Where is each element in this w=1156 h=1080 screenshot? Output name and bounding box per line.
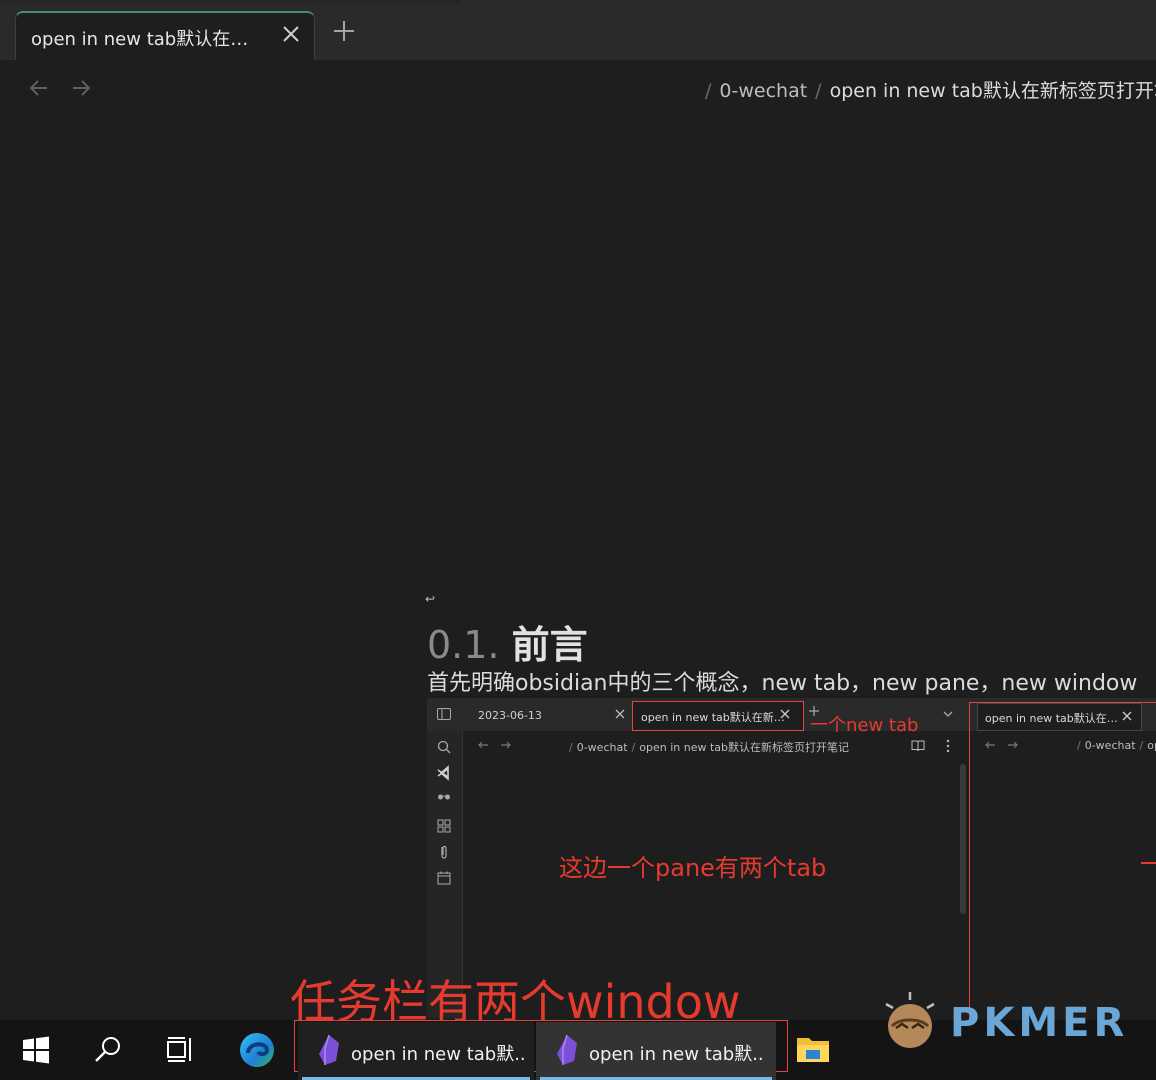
- search-icon: [437, 740, 451, 754]
- breadcrumb-current: ope: [1147, 739, 1156, 752]
- breadcrumb: / 0-wechat / open in new tab默认在新标签页打开笔: [697, 76, 1156, 103]
- arrow-left-icon: [478, 741, 488, 749]
- heading-number: 0.1.: [427, 623, 500, 667]
- breadcrumb-folder: 0-wechat: [576, 741, 628, 754]
- breadcrumb-folder[interactable]: 0-wechat: [719, 80, 807, 102]
- pkmer-logo-icon: [885, 992, 935, 1048]
- breadcrumb-folder: 0-wechat: [1084, 739, 1136, 752]
- arrow-left-icon[interactable]: [27, 76, 51, 100]
- close-icon[interactable]: [279, 22, 303, 46]
- obsidian-icon: [319, 1034, 339, 1065]
- embedded-breadcrumb: /0-wechat / open in new tab默认在新标签页打开笔记: [569, 741, 849, 754]
- embedded-tab-title: 2023-06-13: [478, 709, 542, 722]
- taskbar-app-label: open in new tab默...: [351, 1044, 526, 1065]
- embedded-tab-title: open in new tab默认在…: [985, 712, 1118, 725]
- arrow-left-icon: [985, 741, 995, 749]
- obsidian-icon: [557, 1034, 577, 1065]
- arrow-right-icon: [1008, 741, 1018, 749]
- taskbar-obsidian-window-1[interactable]: open in new tab默...: [298, 1022, 534, 1080]
- breadcrumb-separator: /: [815, 80, 822, 102]
- heading-text: 前言: [511, 623, 588, 667]
- chevron-down-icon: [943, 711, 953, 717]
- breadcrumb-separator: /: [705, 80, 712, 102]
- tab-active-note[interactable]: open in new tab默认在…: [15, 11, 315, 60]
- glasses-icon: [438, 794, 450, 800]
- arrow-right-icon[interactable]: [69, 76, 93, 100]
- vscode-icon: [437, 765, 449, 781]
- edge-browser-icon[interactable]: [238, 1031, 276, 1069]
- taskbar-obsidian-window-2[interactable]: open in new tab默...: [536, 1022, 776, 1080]
- embedded-breadcrumb: /0-wechat/ope: [1073, 739, 1156, 752]
- task-view-icon[interactable]: [164, 1034, 196, 1066]
- new-tab-plus-icon[interactable]: [331, 18, 357, 44]
- more-vertical-icon: [946, 739, 950, 753]
- search-icon[interactable]: [92, 1034, 124, 1066]
- title-strip: [0, 0, 460, 4]
- sidebar-toggle-icon: [437, 708, 451, 720]
- breadcrumb-current: open in new tab默认在新标签页打开笔记: [639, 741, 849, 754]
- annotation-dash: [1141, 862, 1156, 864]
- intro-paragraph: 首先明确obsidian中的三个概念，new tab，new pane，new …: [427, 671, 1138, 696]
- annotation-pane: 这边一个pane有两个tab: [559, 854, 827, 882]
- section-heading: 0.1. 前言: [427, 614, 588, 669]
- arrow-right-icon: [501, 741, 511, 749]
- taskbar-app-label: open in new tab默...: [589, 1044, 764, 1065]
- pkmer-logo-text: PKMER: [950, 1000, 1129, 1046]
- paperclip-icon: [441, 845, 447, 859]
- file-explorer-icon[interactable]: [796, 1034, 830, 1064]
- tab-title: open in new tab默认在…: [31, 29, 249, 50]
- reading-view-icon: [911, 740, 925, 752]
- grid-icon: [437, 819, 451, 833]
- close-icon: [615, 709, 625, 719]
- close-icon: [1122, 711, 1132, 721]
- line-mark: ↩: [425, 592, 436, 606]
- close-icon: [780, 709, 790, 719]
- windows-start-icon[interactable]: [22, 1036, 50, 1064]
- embedded-scrollbar: [960, 764, 966, 914]
- annotation-new-tab: 一个new tab: [810, 715, 919, 736]
- calendar-icon: [437, 871, 451, 885]
- breadcrumb-current: open in new tab默认在新标签页打开笔: [829, 80, 1156, 102]
- embedded-tab-title: open in new tab默认在新…: [641, 711, 785, 724]
